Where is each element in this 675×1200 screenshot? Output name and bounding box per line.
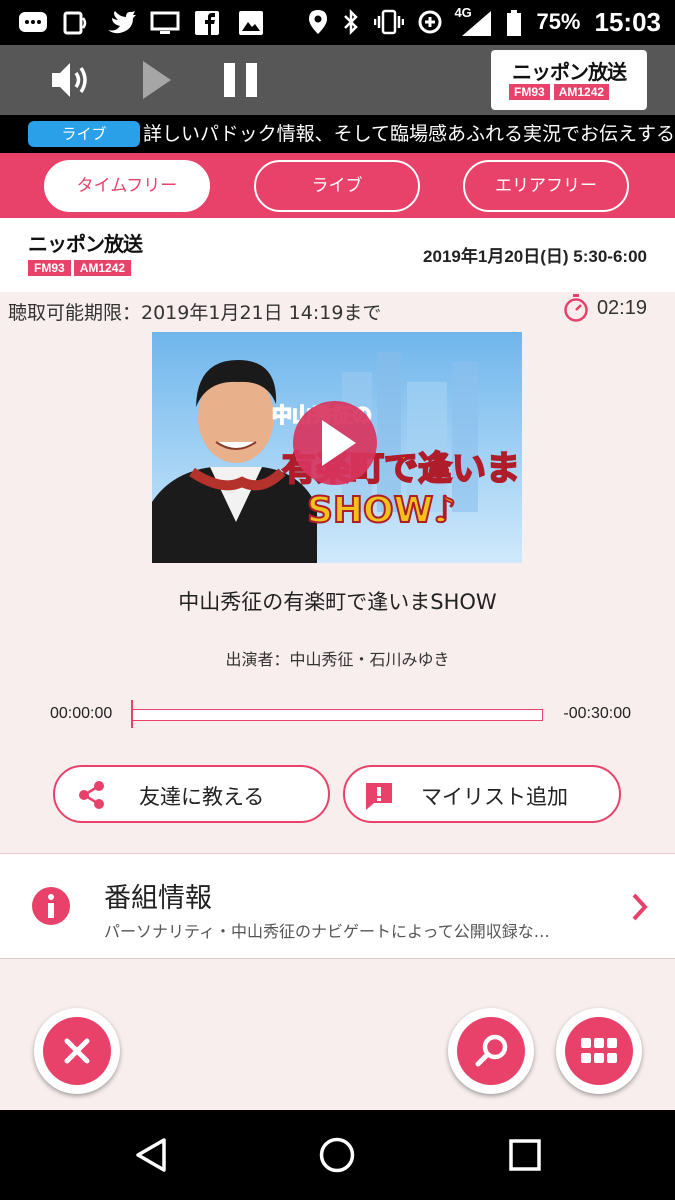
gallery-icon xyxy=(238,10,266,36)
remaining-time: 02:19 xyxy=(596,296,647,319)
program-info-description: パーソナリティ・中山秀征のナビゲートによって公開収録な… xyxy=(104,922,550,941)
remaining-timer: 02:19 xyxy=(563,294,647,322)
play-icon[interactable] xyxy=(134,57,180,103)
seek-bar[interactable] xyxy=(132,709,543,721)
volume-icon[interactable] xyxy=(48,57,94,103)
performers: 出演者：中山秀征・石川みゆき xyxy=(225,650,450,669)
navigation-bar xyxy=(0,1110,675,1200)
menu-button[interactable] xyxy=(556,1008,642,1094)
cast-icon xyxy=(150,10,180,36)
station-header-am: AM1242 xyxy=(73,260,132,276)
close-icon xyxy=(61,1035,93,1067)
recents-icon[interactable] xyxy=(506,1136,544,1174)
share-icon xyxy=(77,780,107,810)
signal-icon: 4G xyxy=(454,5,492,36)
ticker-text: 詳しいパドック情報、そして臨場感あふれる実況でお伝えするレ xyxy=(143,123,675,145)
clock: 15:03 xyxy=(594,6,662,37)
search-button[interactable] xyxy=(448,1008,534,1094)
station-logo[interactable]: ニッポン放送 FM93 AM1242 xyxy=(491,50,647,110)
back-icon[interactable] xyxy=(132,1136,170,1174)
thumbnail-title-show: SHOW♪ xyxy=(307,490,456,531)
close-button[interactable] xyxy=(34,1008,120,1094)
player-bar: ニッポン放送 FM93 AM1242 xyxy=(0,45,675,115)
listen-limit: 聴取可能期限：2019年1月21日 14:19まで xyxy=(8,302,382,324)
station-header: ニッポン放送 FM93 AM1242 2019年1月20日(日) 5:30-6:… xyxy=(0,218,675,292)
bluetooth-icon xyxy=(342,8,360,36)
news-ticker: ライブ 詳しいパドック情報、そして臨場感あふれる実況でお伝えするレ xyxy=(0,115,675,153)
grid-menu-icon xyxy=(581,1038,617,1064)
messages-icon xyxy=(18,10,47,36)
live-badge: ライブ xyxy=(28,121,140,147)
info-icon xyxy=(31,886,71,926)
station-header-logo: ニッポン放送 FM93 AM1242 xyxy=(28,228,168,282)
add-mylist-button[interactable]: マイリスト追加 xyxy=(343,765,621,823)
broadcast-date: 2019年1月20日(日) 5:30-6:00 xyxy=(423,247,647,266)
chevron-right-icon xyxy=(630,892,650,922)
search-icon xyxy=(474,1033,510,1069)
program-thumbnail[interactable]: 中山秀征の 有楽町で逢いま SHOW♪ xyxy=(152,332,522,563)
twitter-icon xyxy=(106,10,136,36)
tab-areafree[interactable]: エリアフリー xyxy=(463,160,629,212)
battery-icon xyxy=(506,9,522,36)
station-header-name: ニッポン放送 xyxy=(28,232,143,256)
home-icon[interactable] xyxy=(318,1136,356,1174)
station-logo-name: ニッポン放送 xyxy=(512,60,627,84)
program-title: 中山秀征の有楽町で逢いまSHOW xyxy=(178,590,497,614)
facebook-icon xyxy=(194,10,222,36)
nfc-icon xyxy=(62,10,90,36)
tab-timefree[interactable]: タイムフリー xyxy=(44,160,210,212)
data-saver-icon xyxy=(416,9,444,35)
status-bar: 4G 75% 15:03 xyxy=(0,0,675,45)
tab-live[interactable]: ライブ xyxy=(254,160,420,212)
report-icon xyxy=(363,780,395,812)
share-label: 友達に教える xyxy=(139,785,265,809)
elapsed-time: 00:00:00 xyxy=(50,705,113,722)
stopwatch-icon xyxy=(563,294,589,322)
station-logo-fm: FM93 xyxy=(509,84,550,100)
share-button[interactable]: 友達に教える xyxy=(53,765,330,823)
tab-bar: タイムフリー ライブ エリアフリー xyxy=(0,153,675,218)
vibrate-icon xyxy=(374,9,405,35)
mylist-label: マイリスト追加 xyxy=(421,785,568,809)
station-header-fm: FM93 xyxy=(28,260,71,276)
station-logo-am: AM1242 xyxy=(553,84,610,100)
remaining-duration: -00:30:00 xyxy=(563,705,631,722)
program-info-title: 番組情報 xyxy=(104,883,212,914)
pause-icon[interactable] xyxy=(218,57,264,103)
location-icon xyxy=(308,9,328,35)
seek-handle[interactable] xyxy=(131,700,133,728)
program-info-row[interactable]: 番組情報 パーソナリティ・中山秀征のナビゲートによって公開収録な… xyxy=(0,853,675,959)
battery-percent: 75% xyxy=(536,9,581,34)
